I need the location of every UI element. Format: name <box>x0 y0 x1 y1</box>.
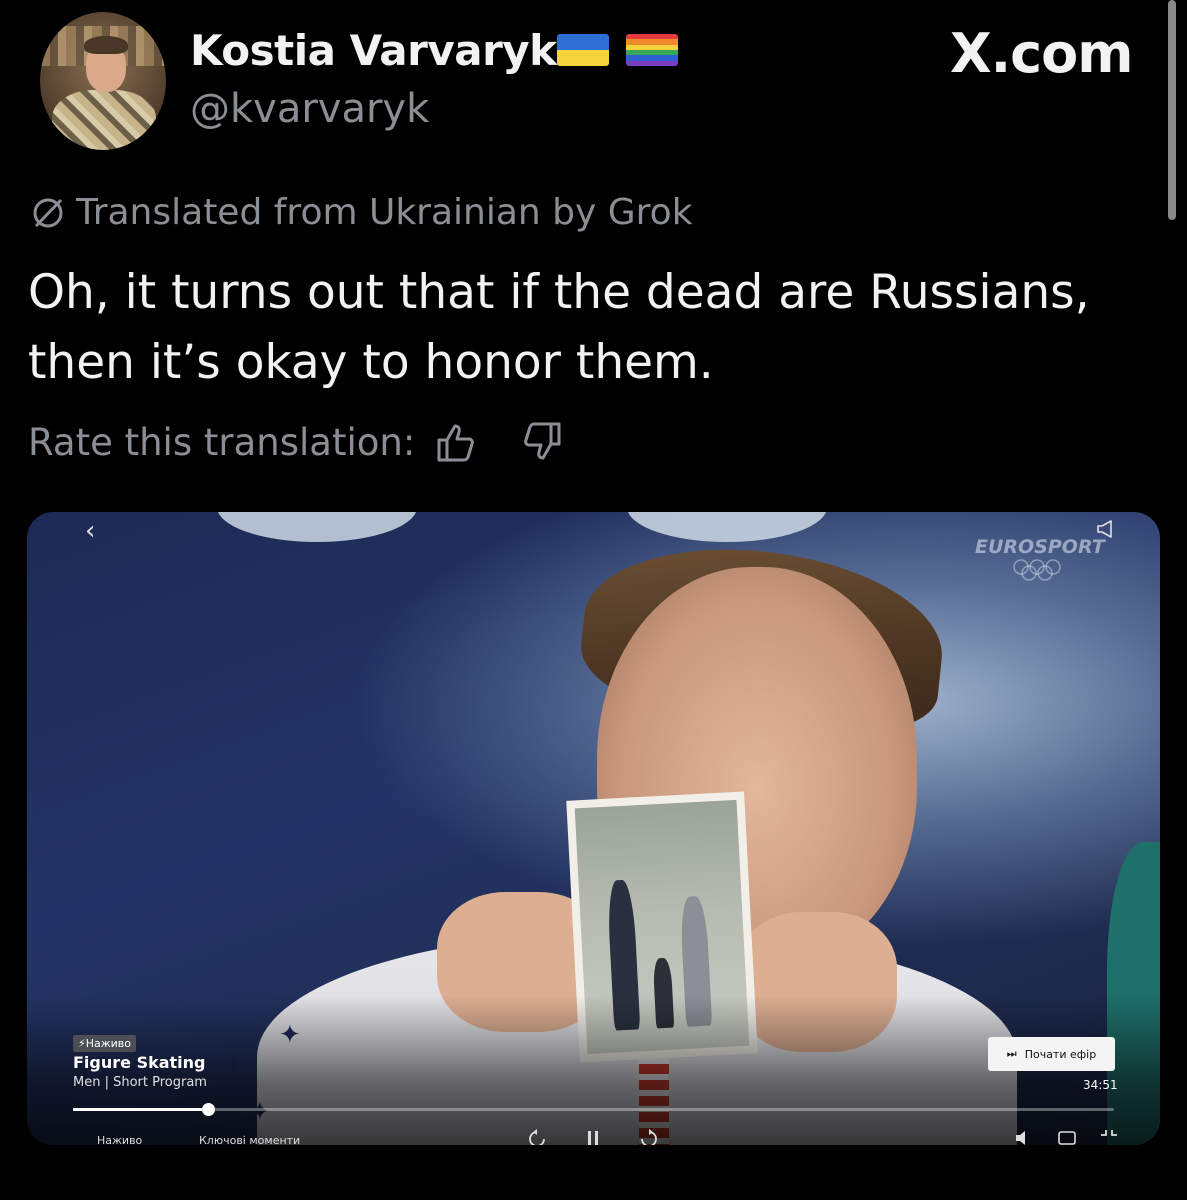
translation-notice: Translated from Ukrainian by Grok <box>28 192 693 233</box>
tab-highlights[interactable]: Ключові моменти <box>199 1134 300 1145</box>
rewind-icon[interactable] <box>527 1128 547 1145</box>
rate-label: Rate this translation: <box>28 420 416 464</box>
brand-logo: X.com <box>950 22 1134 85</box>
olympic-rings-icon <box>1013 559 1061 581</box>
video-progress-bar[interactable] <box>73 1103 1114 1116</box>
scrollbar[interactable] <box>1168 0 1176 220</box>
rate-translation: Rate this translation: <box>28 418 565 466</box>
eurosport-logo: EUROSPORT <box>975 536 1105 558</box>
tweet-text: Oh, it turns out that if the dead are Ru… <box>28 265 1090 390</box>
progress-fill <box>73 1108 209 1111</box>
video-title: Figure Skating <box>73 1053 206 1072</box>
live-badge: ⚡Наживо <box>73 1035 137 1052</box>
display-name[interactable]: Kostia Varvaryk <box>190 26 557 75</box>
fullscreen-exit-icon[interactable] <box>1099 1128 1119 1145</box>
video-player[interactable]: ✦ ✦ ✦ ‹ EUROSPORT ⚡Наживо Figure Skating… <box>27 512 1160 1145</box>
video-subtitle: Men | Short Program <box>73 1075 207 1090</box>
video-duration: 34:51 <box>1083 1078 1118 1092</box>
ukraine-flag-icon <box>557 34 609 66</box>
forward-icon[interactable] <box>639 1128 659 1145</box>
tab-live[interactable]: Наживо <box>97 1134 142 1145</box>
thumbs-up-icon[interactable] <box>433 418 481 466</box>
avatar[interactable] <box>40 12 166 150</box>
pride-flag-icon <box>626 34 678 66</box>
user-handle[interactable]: @kvarvaryk <box>190 86 429 132</box>
start-broadcast-label: Почати ефір <box>1024 1047 1097 1061</box>
start-broadcast-button[interactable]: ⏭ Почати ефір <box>988 1037 1115 1071</box>
thumbs-down-icon[interactable] <box>517 418 565 466</box>
grok-icon <box>33 198 63 227</box>
pause-icon[interactable] <box>583 1128 603 1145</box>
translation-notice-text: Translated from Ukrainian by Grok <box>76 192 693 233</box>
back-icon[interactable]: ‹ <box>85 516 95 546</box>
subtitles-icon[interactable] <box>1057 1128 1077 1145</box>
volume-icon[interactable] <box>1013 1128 1033 1145</box>
skip-forward-icon: ⏭ <box>1006 1047 1017 1060</box>
